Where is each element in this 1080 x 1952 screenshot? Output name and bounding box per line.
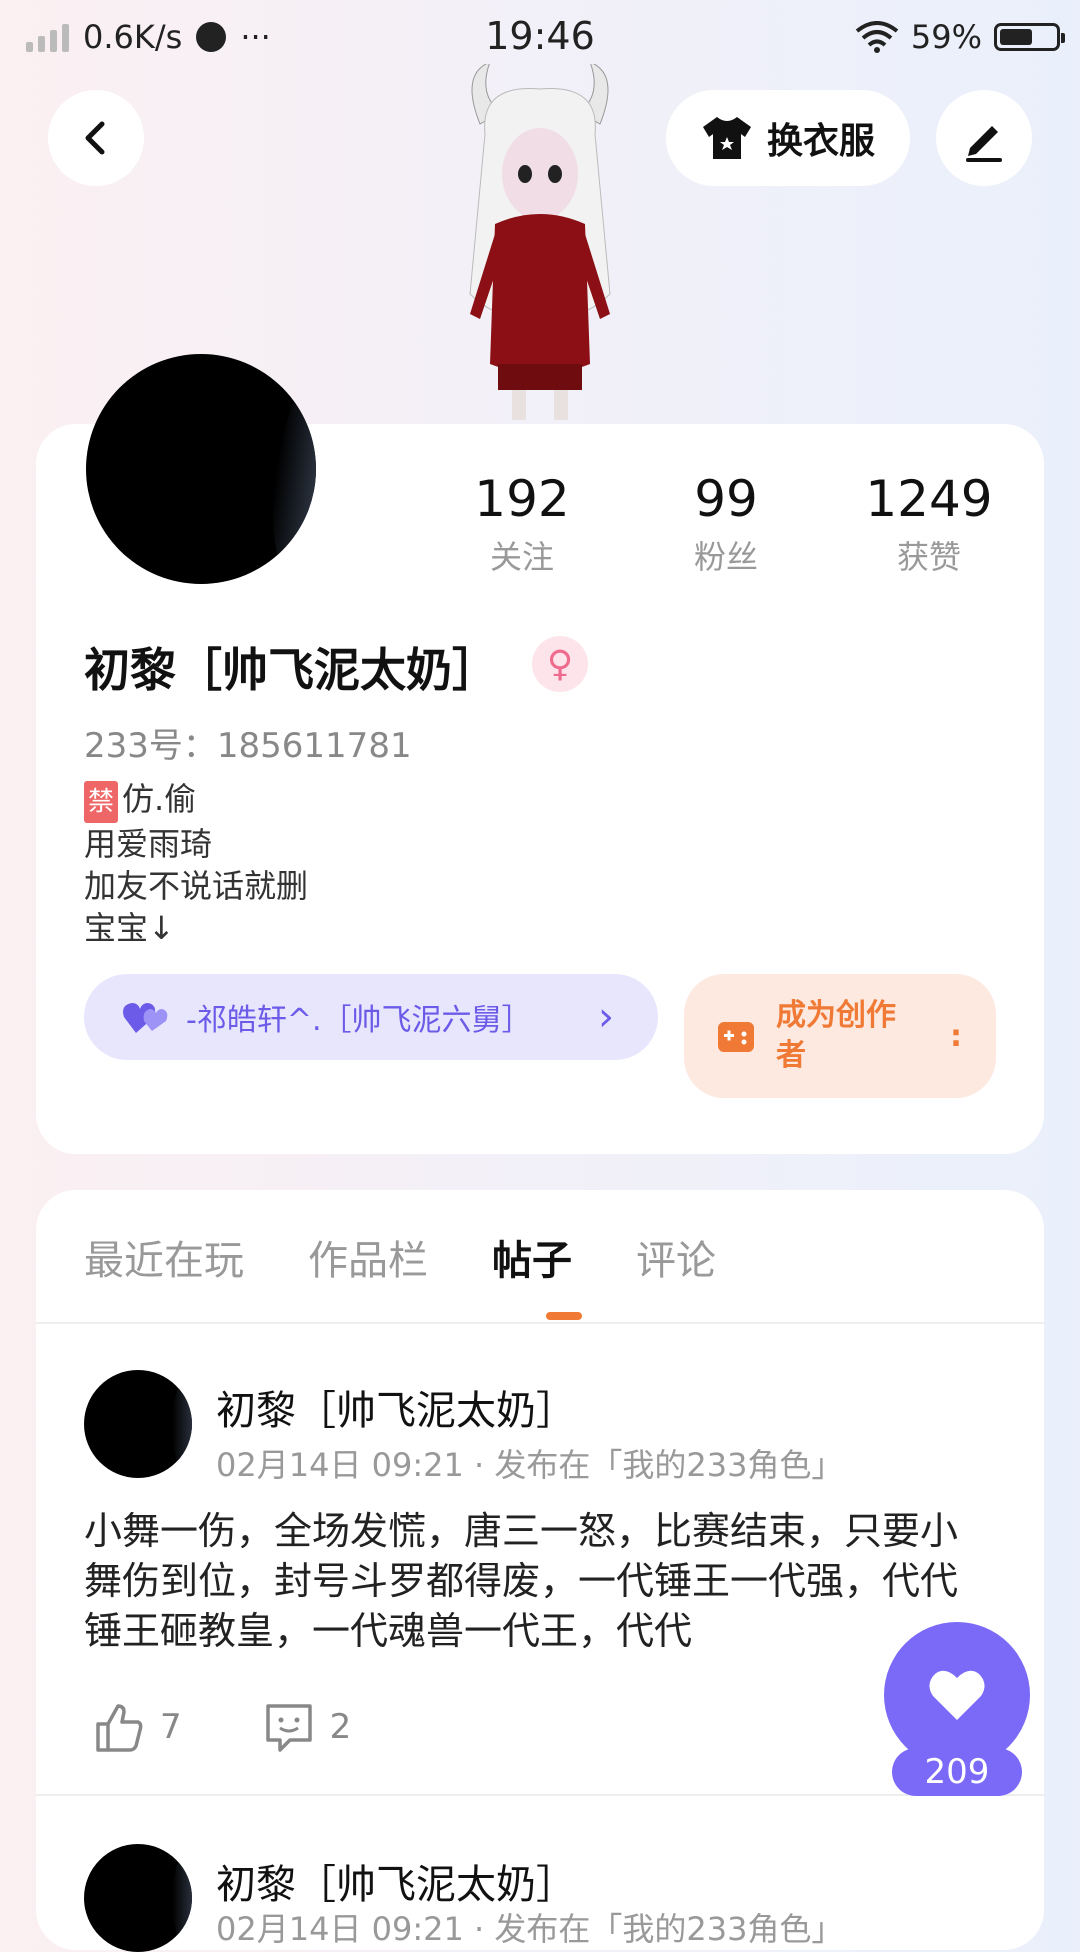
comment-icon[interactable] [262, 1700, 316, 1754]
divider [36, 1322, 1044, 1324]
user-id[interactable]: 233号：185611781 [84, 718, 412, 767]
gamepad-icon [718, 1022, 754, 1052]
post-avatar[interactable] [84, 1844, 192, 1952]
stat-number: 99 [694, 470, 758, 528]
stat-label: 粉丝 [693, 538, 758, 576]
change-clothes-button[interactable]: 换衣服 [666, 90, 910, 186]
battery-percent: 59% [910, 18, 982, 56]
become-creator-button[interactable]: 成为创作者 : [684, 974, 996, 1098]
post-meta: 02月14日 09:21 · 发布在「我的233角色」 [216, 1446, 844, 1484]
tab-posts[interactable]: 帖子 [492, 1228, 572, 1286]
relation-pill[interactable]: -祁皓轩^.［帅飞泥六舅］ › [84, 974, 658, 1060]
become-creator-label: 成为创作者 [776, 998, 896, 1073]
edit-icon [966, 126, 1002, 162]
post-author[interactable]: 初黎［帅飞泥太奶］ [216, 1852, 576, 1910]
back-button[interactable] [48, 90, 144, 186]
floating-like-button[interactable] [884, 1622, 1030, 1768]
thumbs-up-icon[interactable] [92, 1700, 146, 1754]
battery-icon [994, 23, 1065, 51]
stat-followers[interactable]: 99 粉丝 [666, 470, 786, 578]
heart-icon [929, 1670, 985, 1720]
tab-indicator [546, 1312, 582, 1320]
post-author[interactable]: 初黎［帅飞泥太奶］ [216, 1378, 576, 1436]
comment-count: 2 [329, 1707, 352, 1747]
post-meta: 02月14日 09:21 · 发布在「我的233角色」 [216, 1910, 844, 1948]
post-body[interactable]: 小舞一伤，全场发慌，唐三一怒，比赛结束，只要小舞伤到位，封号斗罗都得废，一代锤王… [84, 1506, 984, 1656]
profile-bio: 禁仿.偷 用爱雨琦 加友不说话就删 宝宝↓ [84, 778, 308, 949]
stat-following[interactable]: 192 关注 [462, 470, 582, 578]
stat-number: 192 [474, 470, 570, 528]
profile-name: 初黎［帅飞泥太奶］ [84, 643, 498, 697]
tab-comments[interactable]: 评论 [636, 1228, 716, 1286]
tab-works[interactable]: 作品栏 [308, 1228, 428, 1286]
tshirt-icon [702, 117, 751, 159]
floating-like-count: 209 [892, 1748, 1022, 1796]
edit-profile-button[interactable] [936, 90, 1032, 186]
change-clothes-label: 换衣服 [766, 121, 875, 162]
bio-line: 仿.偷 [122, 780, 197, 818]
post-avatar[interactable] [84, 1370, 192, 1478]
like-count: 7 [160, 1707, 182, 1747]
bio-line: 宝宝↓ [84, 909, 175, 947]
relation-text: -祁皓轩^.［帅飞泥六舅］ [186, 1003, 532, 1038]
more-icon: : [950, 1018, 962, 1054]
tab-recent-play[interactable]: 最近在玩 [84, 1228, 244, 1286]
divider [36, 1794, 1044, 1796]
bio-line: 加友不说话就删 [84, 867, 309, 905]
stat-number: 1249 [865, 470, 993, 528]
stat-label: 获赞 [896, 538, 961, 576]
avatar-figure[interactable] [440, 64, 640, 424]
back-icon [85, 121, 105, 155]
stat-likes[interactable]: 1249 获赞 [854, 470, 1004, 578]
wifi-icon [855, 21, 899, 53]
ban-badge: 禁 [84, 781, 119, 823]
bio-line: 用爱雨琦 [84, 825, 213, 863]
profile-avatar[interactable] [86, 354, 316, 584]
tab-bar: 最近在玩 作品栏 帖子 评论 [84, 1228, 780, 1286]
post-actions: 7 2 [92, 1700, 351, 1754]
female-icon: ♀ [532, 636, 588, 692]
chevron-right-icon: › [598, 994, 614, 1040]
hearts-icon [123, 1003, 168, 1033]
stat-label: 关注 [489, 538, 554, 576]
